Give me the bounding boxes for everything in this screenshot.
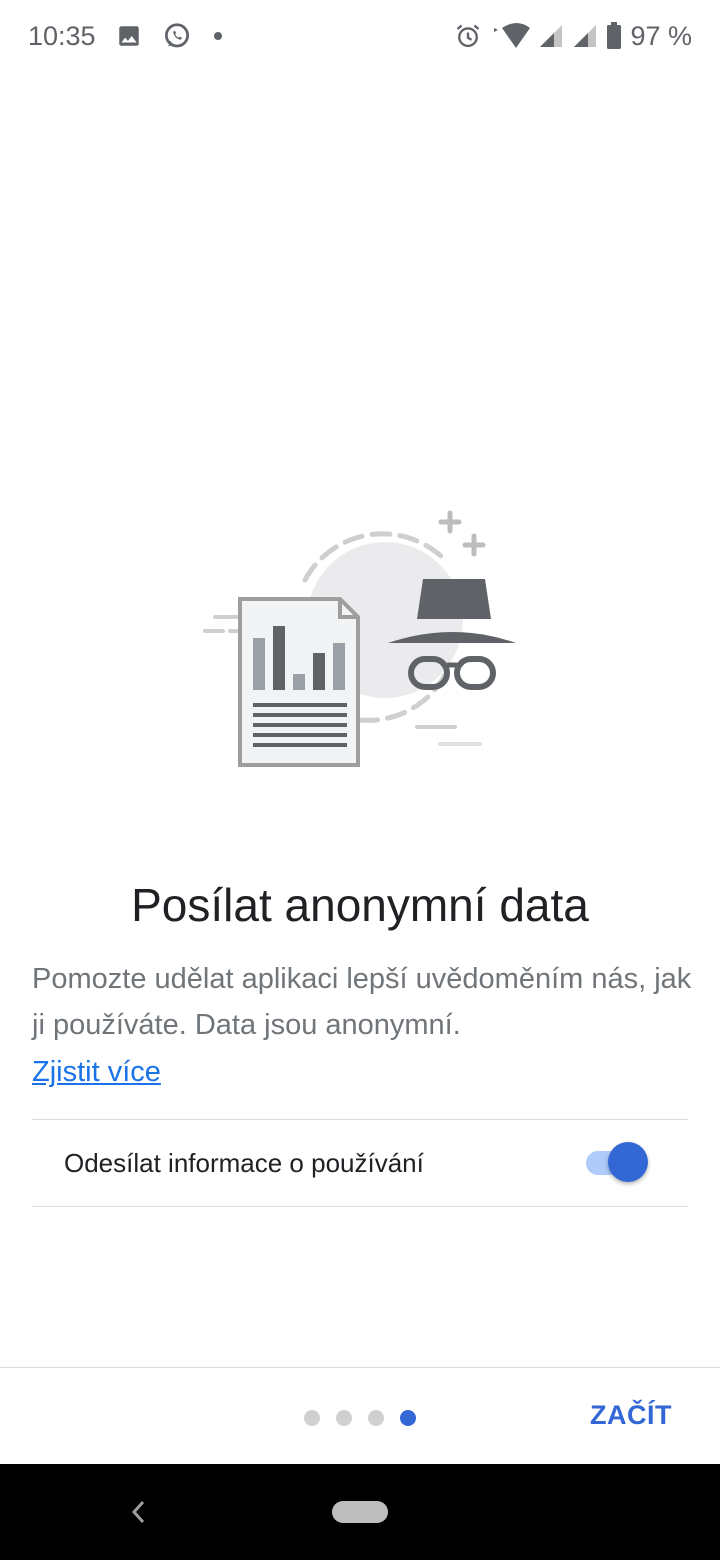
learn-more-link[interactable]: Zjistit více [32,1049,161,1095]
document-chart-icon [238,597,360,767]
description-text: Pomozte udělat aplikaci lepší uvědoměním… [32,963,692,1041]
alarm-icon [454,22,482,50]
signal-icon [538,23,564,49]
image-icon [116,23,142,49]
wifi-icon [490,22,531,50]
whatsapp-icon [162,21,192,51]
page-dot [336,1410,352,1426]
usage-info-toggle[interactable] [582,1142,650,1184]
page-indicator [304,1410,416,1426]
anonymous-data-illustration [195,505,525,775]
signal-icon [572,23,598,49]
system-nav-bar [0,1464,720,1560]
dot-icon [212,30,224,42]
page-dot-active [400,1410,416,1426]
toggle-thumb [608,1142,648,1182]
sparkle-icon [438,510,486,557]
divider-bottom [32,1206,688,1207]
start-button[interactable]: ZAČÍT [590,1400,672,1431]
usage-info-label: Odesílat informace o používání [64,1147,424,1178]
page-dot [304,1410,320,1426]
page-dot [368,1410,384,1426]
onboarding-footer: ZAČÍT [0,1367,720,1464]
page-title: Posílat anonymní data [131,879,589,931]
back-icon[interactable] [128,1498,148,1531]
status-time: 10:35 [28,20,96,51]
usage-info-setting[interactable]: Odesílat informace o používání [32,1120,688,1206]
home-pill-icon[interactable] [332,1501,388,1523]
battery-icon [606,22,622,50]
status-bar: 10:35 97 % [0,0,720,72]
battery-percentage: 97 % [630,20,692,51]
